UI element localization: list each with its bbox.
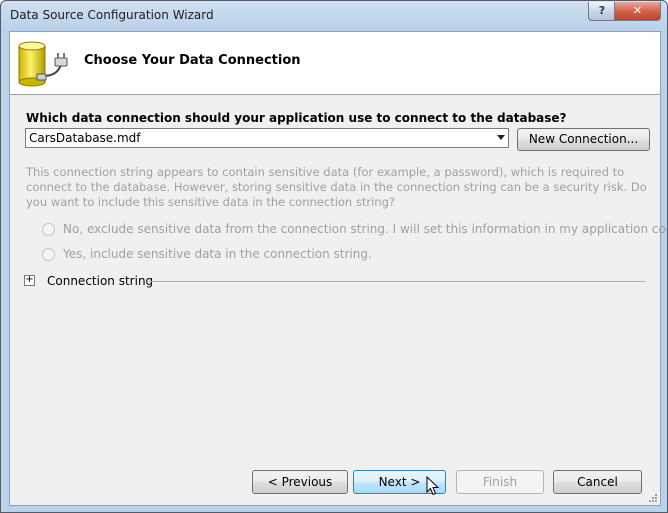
resize-grip-icon[interactable] — [648, 493, 658, 503]
radio-button[interactable] — [42, 223, 55, 236]
connection-question: Which data connection should your applic… — [26, 111, 567, 125]
page-title: Choose Your Data Connection — [84, 53, 301, 68]
connection-dropdown[interactable]: CarsDatabase.mdf — [25, 128, 509, 148]
chevron-down-icon[interactable] — [497, 135, 505, 140]
connection-dropdown-value: CarsDatabase.mdf — [29, 131, 141, 145]
expand-plus-icon[interactable]: + — [24, 275, 35, 286]
radio-exclude-label: No, exclude sensitive data from the conn… — [63, 222, 668, 236]
wizard-client-area: Choose Your Data Connection Which data c… — [9, 31, 667, 506]
mouse-cursor-icon — [426, 476, 440, 496]
title-bar[interactable]: Data Source Configuration Wizard ? ✕ — [1, 1, 667, 31]
cancel-button[interactable]: Cancel — [553, 470, 642, 494]
wizard-window: Data Source Configuration Wizard ? ✕ Cho… — [0, 0, 668, 513]
finish-button[interactable]: Finish — [456, 470, 544, 494]
close-button[interactable]: ✕ — [614, 2, 661, 21]
connection-string-expander[interactable]: Connection string — [47, 274, 153, 288]
database-plug-icon — [18, 41, 68, 87]
radio-include-label: Yes, include sensitive data in the conne… — [63, 247, 372, 261]
window-title: Data Source Configuration Wizard — [10, 8, 214, 22]
help-button[interactable]: ? — [588, 2, 616, 21]
wizard-header: Choose Your Data Connection — [10, 32, 660, 95]
sensitive-data-info: This connection string appears to contai… — [26, 165, 647, 209]
divider — [149, 281, 645, 282]
radio-button[interactable] — [42, 248, 55, 261]
previous-button[interactable]: < Previous — [252, 470, 348, 494]
new-connection-button[interactable]: New Connection... — [517, 128, 650, 151]
